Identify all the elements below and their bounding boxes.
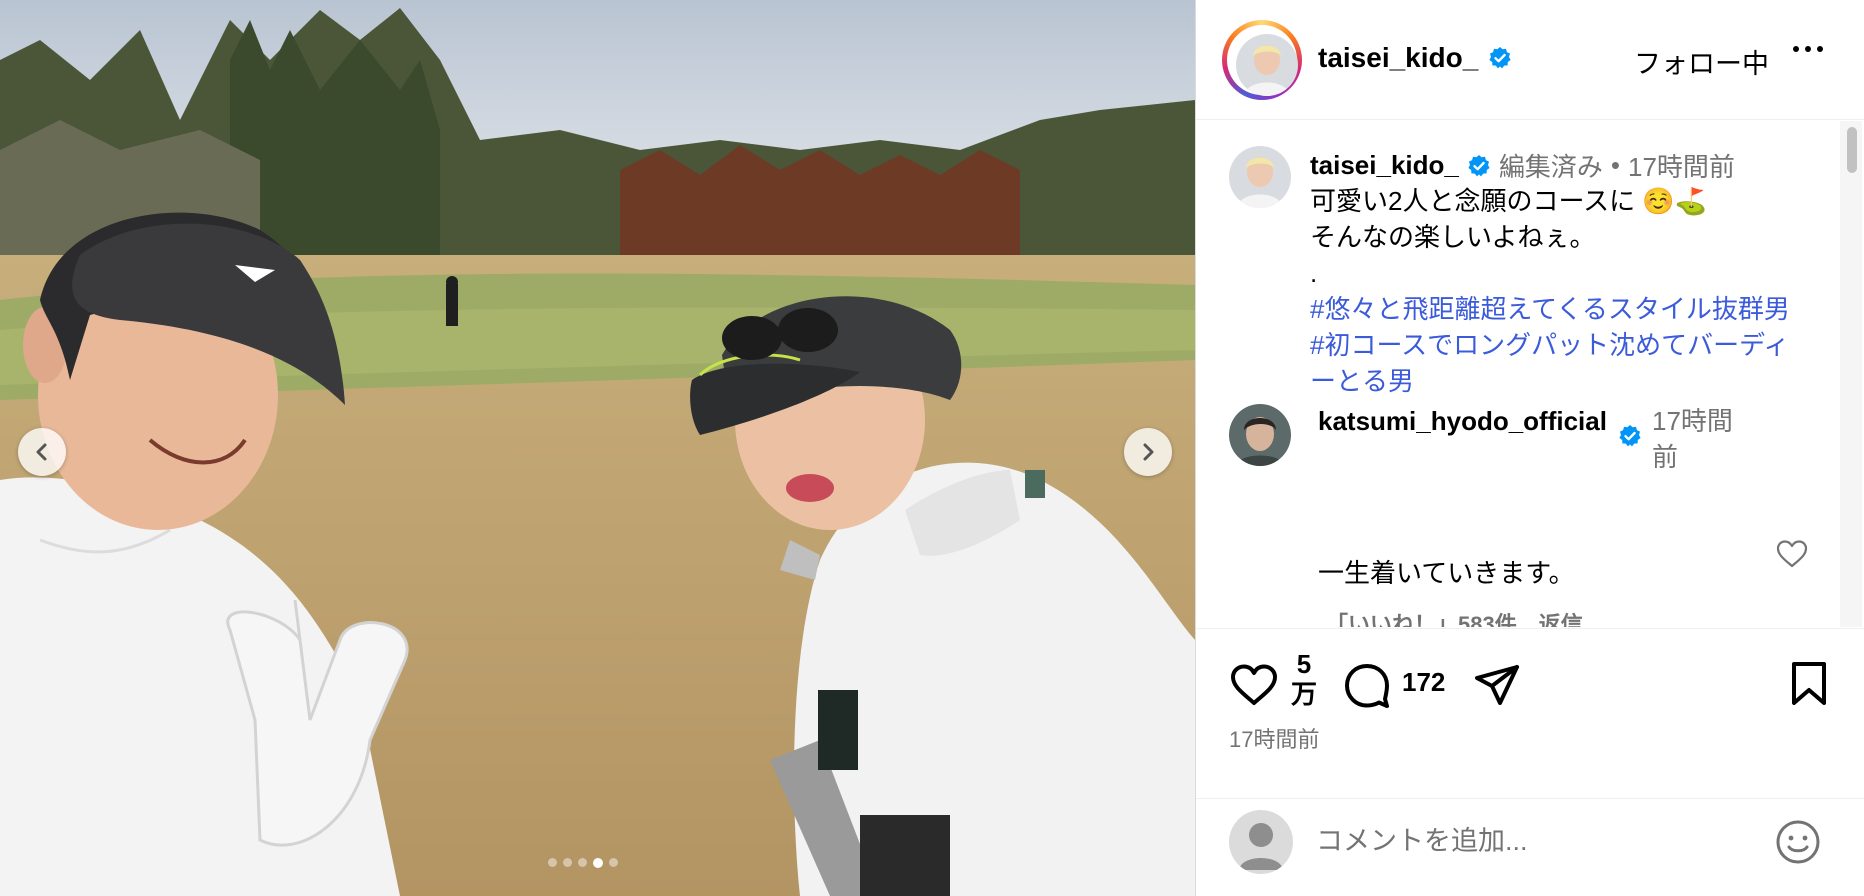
carousel-dot xyxy=(563,858,572,867)
verified-badge-icon xyxy=(1619,425,1641,447)
chevron-left-icon xyxy=(36,443,47,461)
hashtag-link[interactable]: #初コースでロングパット沈めてバーディーとる男 xyxy=(1310,327,1810,399)
carousel-next-button[interactable] xyxy=(1124,428,1172,476)
comment-like-button[interactable] xyxy=(1775,539,1809,574)
like-count-unit: 万 xyxy=(1290,679,1317,709)
caption-text: 可愛い2人と念願のコースに ☺️⛳ そんなの楽しいよねぇ。 . #悠々と飛距離超… xyxy=(1310,183,1810,399)
comments-section[interactable]: taisei_kido_ 編集済み • 17時間前 可愛い2人と念願のコースに … xyxy=(1196,121,1864,627)
caption-line: そんなの楽しいよねぇ。 xyxy=(1310,222,1596,252)
edited-label: 編集済み xyxy=(1498,152,1603,182)
commenter-avatar[interactable] xyxy=(1229,404,1291,466)
comment-timestamp[interactable]: 17時間前 xyxy=(1652,403,1742,475)
verified-badge-icon xyxy=(1468,154,1490,176)
carousel-prev-button[interactable] xyxy=(18,428,66,476)
post-media[interactable] xyxy=(0,0,1195,896)
post-photo xyxy=(0,0,1195,896)
post-actions: 5 万 172 17時間前 xyxy=(1196,628,1864,798)
emoji-icon xyxy=(1776,820,1820,864)
comment-meta[interactable]: 「いいね！」583件 返信 xyxy=(1326,607,1583,627)
verified-badge-icon xyxy=(1489,47,1511,69)
caption-line: . xyxy=(1310,258,1318,288)
like-count[interactable]: 5 万 xyxy=(1289,649,1319,709)
carousel-indicator xyxy=(548,858,618,868)
comment-button[interactable] xyxy=(1343,663,1391,709)
caption-username[interactable]: taisei_kido_ xyxy=(1310,150,1459,181)
avatar[interactable] xyxy=(1236,34,1298,96)
chevron-right-icon xyxy=(1143,443,1154,461)
avatar-image xyxy=(1229,404,1291,466)
post-header: taisei_kido_ フォロー中 xyxy=(1196,0,1864,120)
comment-count[interactable]: 172 xyxy=(1402,667,1445,698)
caption-line: 可愛い2人と念願のコースに ☺️⛳ xyxy=(1310,186,1708,216)
carousel-dot xyxy=(578,858,587,867)
heart-icon xyxy=(1776,540,1808,568)
scrollbar-thumb[interactable] xyxy=(1847,127,1857,173)
share-icon xyxy=(1475,665,1519,705)
meta-separator: • xyxy=(1610,150,1620,180)
avatar-image xyxy=(1236,34,1298,96)
caption-timestamp[interactable]: 17時間前 xyxy=(1628,147,1735,184)
like-count-number: 5 xyxy=(1296,649,1312,679)
like-button[interactable] xyxy=(1229,663,1279,707)
emoji-button[interactable] xyxy=(1774,818,1822,871)
carousel-dot-active xyxy=(593,858,603,868)
author-username[interactable]: taisei_kido_ xyxy=(1318,42,1478,74)
comments-scrollbar[interactable] xyxy=(1840,121,1862,627)
following-button[interactable]: フォロー中 xyxy=(1634,42,1769,81)
add-comment-bar xyxy=(1196,798,1864,896)
bookmark-icon xyxy=(1792,662,1826,705)
hashtag-link[interactable]: #悠々と飛距離超えてくるスタイル抜群男 xyxy=(1310,291,1810,327)
comment-text: 一生着いていきます。 xyxy=(1318,558,1575,588)
heart-icon xyxy=(1231,664,1277,705)
post-author[interactable]: taisei_kido_ xyxy=(1318,42,1512,74)
more-horizontal-icon[interactable] xyxy=(1793,46,1823,52)
post-timestamp[interactable]: 17時間前 xyxy=(1229,722,1319,754)
caption-header: taisei_kido_ 編集済み • 17時間前 xyxy=(1310,147,1735,184)
carousel-dot xyxy=(548,858,557,867)
save-button[interactable] xyxy=(1789,661,1829,707)
caption-avatar[interactable] xyxy=(1229,146,1291,208)
post-side-panel: taisei_kido_ フォロー中 taisei_kido_ 編集済み • 1… xyxy=(1195,0,1864,896)
avatar-image xyxy=(1229,146,1291,208)
current-user-avatar xyxy=(1229,810,1293,874)
commenter-username[interactable]: katsumi_hyodo_official xyxy=(1318,403,1618,439)
comment-input[interactable] xyxy=(1316,821,1756,861)
share-button[interactable] xyxy=(1473,663,1521,709)
default-avatar-icon xyxy=(1239,823,1283,870)
carousel-dot xyxy=(609,858,618,867)
comment-icon xyxy=(1345,664,1389,708)
story-ring[interactable] xyxy=(1222,20,1302,100)
